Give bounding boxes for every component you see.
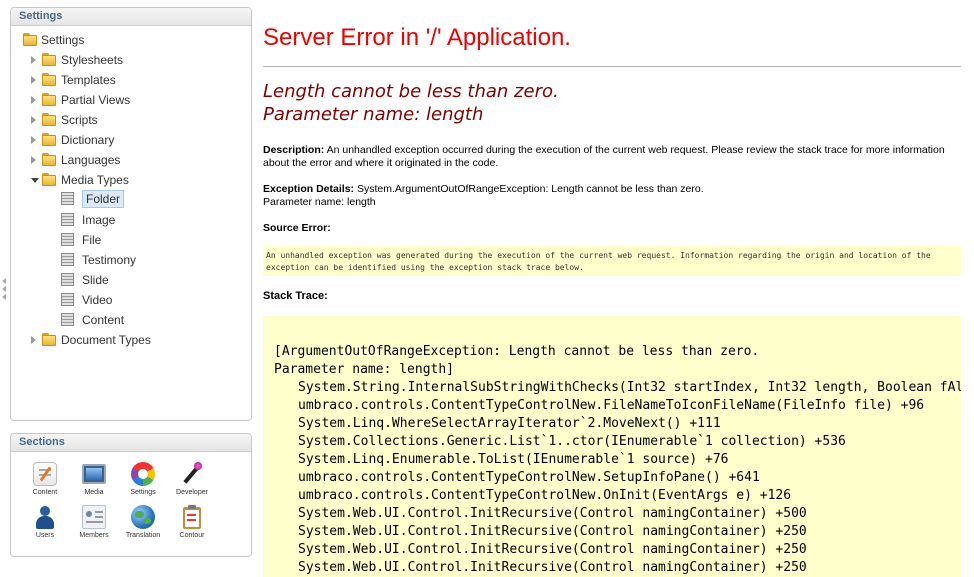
document-type-icon [61,273,74,286]
content-icon [33,462,57,486]
section-settings[interactable]: Settings [118,462,168,497]
stack-line: System.Linq.WhereSelectArrayIterator`2.M… [298,416,721,431]
error-parameter: Parameter name: length [263,104,484,125]
panel-splitter-handle[interactable] [2,278,8,302]
stack-line: System.Web.UI.Control.InitRecursive(Cont… [298,560,807,575]
sections-panel-title: Sections [11,434,251,452]
stack-line: System.Web.UI.Control.InitRecursive(Cont… [298,524,807,539]
collapse-arrow-icon [2,286,6,292]
stack-line: System.String.InternalSubStringWithCheck… [298,380,961,395]
stack-line: umbraco.controls.ContentTypeControlNew.F… [298,398,925,413]
expand-arrow-icon[interactable] [31,336,36,344]
expand-arrow-icon[interactable] [31,96,36,104]
description-text: An unhandled exception occurred during t… [263,144,945,169]
folder-icon [42,73,56,86]
section-media[interactable]: Media [69,462,119,497]
stack-line: umbraco.controls.ContentTypeControlNew.O… [298,488,792,503]
document-type-icon [61,313,74,326]
users-icon [33,505,57,529]
folder-icon [42,153,56,166]
collapse-arrow-icon [2,294,6,300]
description-label: Description: [263,144,325,156]
document-type-icon [61,192,74,205]
stack-line: umbraco.controls.ContentTypeControlNew.S… [298,470,760,485]
exception-label: Exception Details: [263,183,355,195]
stack-trace-box[interactable]: [ArgumentOutOfRangeException: Length can… [263,316,961,577]
stack-line: Parameter name: length] [274,362,455,377]
document-type-icon [61,213,74,226]
settings-panel: Settings Settings Stylesheets Templates … [10,7,252,421]
folder-icon [23,33,37,46]
stack-line: System.Web.UI.Control.InitRecursive(Cont… [298,506,807,521]
divider [263,66,961,67]
stack-line: System.Web.UI.Control.InitRecursive(Cont… [298,542,807,557]
members-icon [82,505,106,529]
media-icon [82,464,106,484]
document-type-icon [61,253,74,266]
section-content[interactable]: Content [20,462,70,497]
section-developer[interactable]: Developer [167,462,217,497]
document-type-icon [61,293,74,306]
folder-icon [42,333,56,346]
section-users[interactable]: Users [20,505,70,540]
folder-icon [42,93,56,106]
document-type-icon [61,233,74,246]
section-contour[interactable]: Contour [167,505,217,540]
stack-trace-heading: Stack Trace: [263,290,328,302]
sections-panel: Sections Content Media Settings Develope… [10,433,252,557]
source-error-heading: Source Error: [263,222,331,234]
developer-icon [180,462,204,486]
error-title: Server Error in '/' Application. [263,24,571,51]
section-translation[interactable]: Translation [118,505,168,540]
stack-line: [ArgumentOutOfRangeException: Length can… [274,344,760,359]
expand-arrow-icon[interactable] [31,156,36,164]
stack-line: System.Linq.Enumerable.ToList(IEnumerabl… [298,452,729,467]
collapse-arrow-icon[interactable] [31,178,39,183]
stack-line: System.Collections.Generic.List`1..ctor(… [298,434,846,449]
section-members[interactable]: Members [69,505,119,540]
settings-panel-title: Settings [11,8,251,26]
exception-param: Parameter name: length [263,196,376,208]
exception-details: Exception Details: System.ArgumentOutOfR… [263,183,963,209]
translation-icon [131,505,155,529]
settings-icon [131,462,155,486]
source-error-box: An unhandled exception was generated dur… [263,246,961,276]
contour-icon [180,505,204,529]
collapse-arrow-icon [2,278,6,284]
exception-text: System.ArgumentOutOfRangeException: Leng… [354,183,704,195]
error-description: Description: An unhandled exception occu… [263,144,963,170]
folder-icon [42,173,56,186]
expand-arrow-icon[interactable] [31,116,36,124]
expand-arrow-icon[interactable] [31,76,36,84]
expand-arrow-icon[interactable] [31,136,36,144]
folder-icon [42,133,56,146]
expand-arrow-icon[interactable] [31,56,36,64]
folder-icon [42,53,56,66]
folder-icon [42,113,56,126]
error-message: Length cannot be less than zero. [263,81,559,102]
